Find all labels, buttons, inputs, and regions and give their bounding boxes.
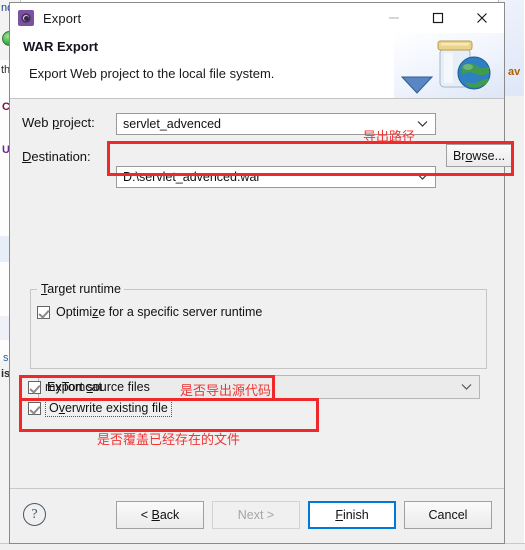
export-source-files-label: Export source files xyxy=(47,380,150,394)
help-icon[interactable]: ? xyxy=(23,503,46,526)
export-source-files-row[interactable]: Export source files xyxy=(28,380,150,394)
dialog-footer: ? < Back Next > Finish Cancel xyxy=(10,488,504,543)
back-button[interactable]: < Back xyxy=(116,501,204,529)
destination-label: Destination: xyxy=(22,149,91,164)
annotation-overwrite: 是否覆盖已经存在的文件 xyxy=(97,433,241,448)
browse-button-label: Browse... xyxy=(452,148,506,163)
maximize-icon[interactable] xyxy=(416,3,460,33)
back-button-label: < Back xyxy=(140,508,180,522)
minimize-icon[interactable] xyxy=(372,3,416,33)
cancel-button[interactable]: Cancel xyxy=(404,501,492,529)
cancel-button-label: Cancel xyxy=(428,508,468,522)
optimize-runtime-label: Optimize for a specific server runtime xyxy=(56,305,263,319)
dialog-titlebar[interactable]: Export xyxy=(10,3,504,33)
page-description: Export Web project to the local file sys… xyxy=(29,66,275,81)
overwrite-existing-file-label: Overwrite existing file xyxy=(45,399,172,417)
dialog-body: Web project: servlet_advenced Destinatio… xyxy=(10,99,514,488)
background-status-bar xyxy=(0,543,525,550)
annotation-export-source: 是否导出源代码 xyxy=(180,384,272,399)
chevron-down-icon xyxy=(417,121,428,127)
finish-button-label: Finish xyxy=(335,508,369,522)
next-button: Next > xyxy=(212,501,300,529)
optimize-runtime-checkbox-row[interactable]: Optimize for a specific server runtime xyxy=(37,305,262,319)
destination-combo[interactable]: D:\servlet_advenced.war xyxy=(116,166,436,188)
export-gear-icon xyxy=(18,10,34,26)
background-text-fragment: av xyxy=(508,66,521,78)
war-jar-globe-illustration xyxy=(394,33,504,98)
target-runtime-legend: Target runtime xyxy=(38,282,124,296)
overwrite-existing-file-row[interactable]: Overwrite existing file xyxy=(28,399,172,417)
background-text-fragment: s xyxy=(3,352,9,364)
browse-button[interactable]: Browse... xyxy=(446,144,512,167)
export-source-files-checkbox[interactable] xyxy=(28,380,41,394)
export-dialog: Export WAR Export Export Web project to … xyxy=(9,2,514,544)
web-project-label: Web project: xyxy=(22,115,95,130)
chevron-down-icon xyxy=(461,384,472,390)
dialog-title: Export xyxy=(43,10,82,26)
destination-value: D:\servlet_advenced.war xyxy=(123,170,261,184)
close-icon[interactable] xyxy=(460,3,504,33)
footer-buttons: < Back Next > Finish Cancel xyxy=(116,501,492,529)
overwrite-existing-file-checkbox[interactable] xyxy=(28,401,41,415)
next-button-label: Next > xyxy=(237,508,275,522)
dialog-header: WAR Export Export Web project to the loc… xyxy=(10,33,504,99)
destination-row: Destination: xyxy=(22,149,91,164)
web-project-row: Web project: xyxy=(22,115,95,130)
annotation-export-path: 导出路径 xyxy=(363,130,416,145)
window-controls xyxy=(372,3,504,33)
target-runtime-group xyxy=(30,289,487,369)
page-title: WAR Export xyxy=(23,39,99,54)
optimize-runtime-checkbox[interactable] xyxy=(37,305,50,319)
web-project-value: servlet_advenced xyxy=(123,117,221,131)
chevron-down-icon xyxy=(417,174,428,180)
finish-button[interactable]: Finish xyxy=(308,501,396,529)
